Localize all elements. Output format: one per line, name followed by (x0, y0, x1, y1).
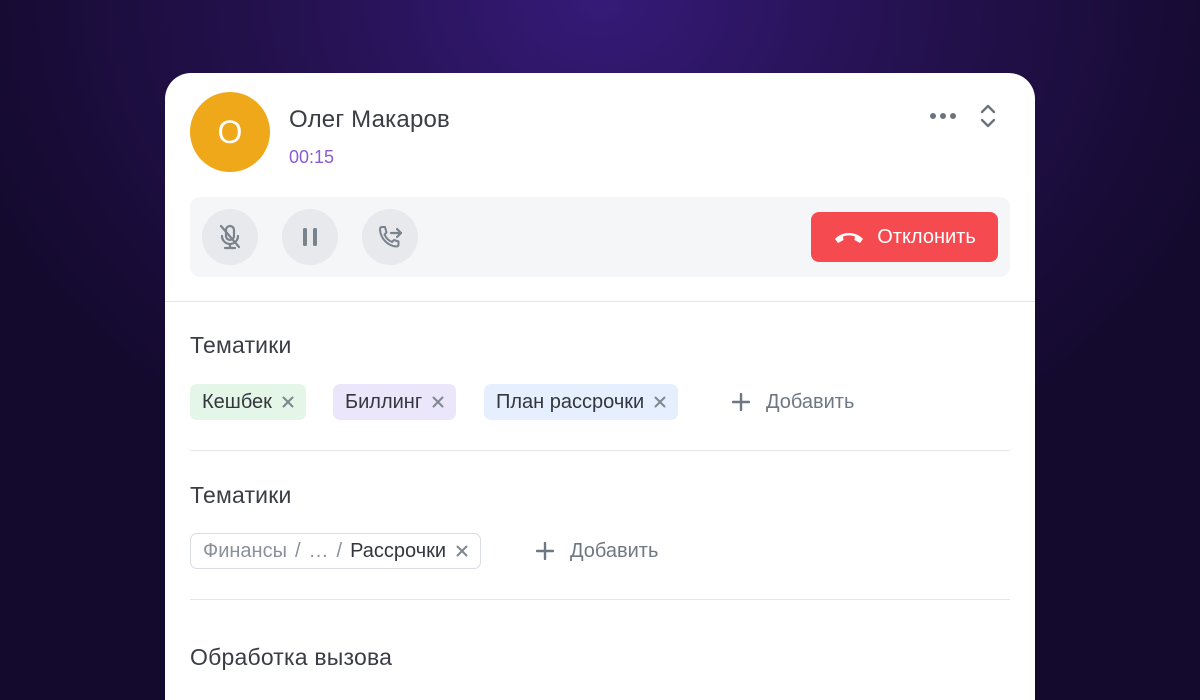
topic-path-tag: Финансы / … / Рассрочки (190, 533, 482, 569)
pause-icon (303, 228, 317, 246)
topic-tag-label: Кешбек (202, 390, 272, 413)
call-controls: Отклонить (190, 197, 1010, 277)
phone-forward-icon (379, 226, 403, 248)
section-title-topics: Тематики (190, 332, 292, 358)
plus-icon (732, 393, 750, 411)
remove-tag-button[interactable] (282, 396, 294, 408)
add-topic-label: Добавить (570, 539, 659, 562)
topic-tag: Биллинг (333, 384, 457, 420)
mute-button[interactable] (202, 209, 258, 265)
close-icon (654, 396, 666, 408)
topic-tag: Кешбек (190, 384, 306, 420)
mic-off-icon (219, 224, 241, 250)
section-title-call-handling: Обработка вызова (190, 644, 393, 670)
avatar: О (190, 92, 270, 172)
section-title-topics-hierarchy: Тематики (190, 482, 292, 508)
path-separator: / (336, 539, 343, 562)
more-button[interactable] (925, 103, 961, 129)
remove-tag-button[interactable] (432, 396, 444, 408)
decline-label: Отклонить (877, 225, 976, 248)
section-divider (190, 599, 1010, 600)
close-icon (282, 396, 294, 408)
phone-hangup-icon (835, 233, 864, 243)
topic-tag-label: План рассрочки (496, 390, 645, 413)
path-leaf: Рассрочки (350, 539, 447, 562)
close-icon (456, 545, 468, 557)
path-ellipsis: … (308, 539, 329, 562)
add-topic-button[interactable]: Добавить (732, 384, 854, 420)
path-separator: / (294, 539, 301, 562)
path-root: Финансы (203, 539, 287, 562)
call-card: О Олег Макаров 00:15 Отклонить Тематики … (165, 73, 1035, 700)
header-divider (165, 301, 1035, 302)
close-icon (432, 396, 444, 408)
transfer-button[interactable] (362, 209, 418, 265)
chevron-up-down-icon (980, 104, 996, 128)
call-header: О Олег Макаров 00:15 (165, 73, 1035, 183)
add-topic-label: Добавить (766, 390, 855, 413)
add-topic-button[interactable]: Добавить (536, 533, 658, 569)
pause-button[interactable] (282, 209, 338, 265)
expand-collapse-button[interactable] (973, 101, 1003, 131)
avatar-initial: О (217, 113, 243, 150)
decline-button[interactable]: Отклонить (811, 212, 998, 262)
remove-tag-button[interactable] (654, 396, 666, 408)
more-horizontal-icon (930, 113, 956, 119)
section-divider (190, 450, 1010, 451)
call-timer: 00:15 (289, 147, 335, 167)
topic-tag: План рассрочки (484, 384, 679, 420)
remove-tag-button[interactable] (456, 545, 468, 557)
caller-name: Олег Макаров (289, 106, 451, 133)
plus-icon (536, 542, 554, 560)
topic-tag-label: Биллинг (345, 390, 423, 413)
